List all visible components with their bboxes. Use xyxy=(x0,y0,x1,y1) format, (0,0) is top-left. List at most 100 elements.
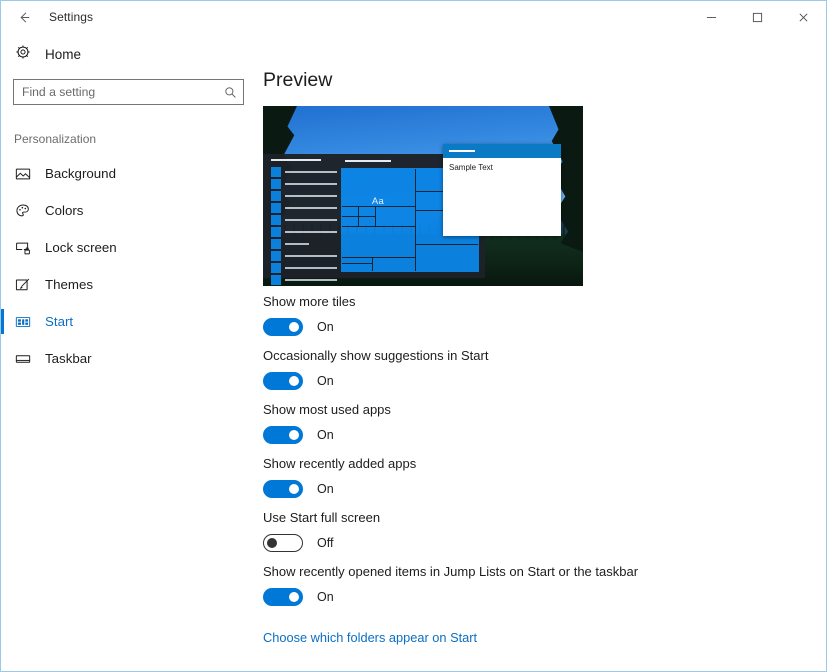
close-icon xyxy=(798,12,809,23)
toggle-knob xyxy=(267,538,277,548)
minimize-icon xyxy=(706,12,717,23)
palette-icon xyxy=(15,203,41,219)
sample-window-titlebar xyxy=(443,144,561,158)
paintbrush-icon xyxy=(15,277,41,293)
sidebar-item-lock-screen[interactable]: Lock screen xyxy=(1,229,258,266)
setting-show-suggestions: Occasionally show suggestions in Start O… xyxy=(263,348,683,392)
choose-folders-link[interactable]: Choose which folders appear on Start xyxy=(263,630,477,645)
maximize-button[interactable] xyxy=(734,1,780,33)
setting-show-jump-lists: Show recently opened items in Jump Lists… xyxy=(263,564,683,608)
list-item xyxy=(271,178,337,190)
toggle-state-label: On xyxy=(317,428,334,442)
minimize-button[interactable] xyxy=(688,1,734,33)
toggle-row: Off xyxy=(263,532,683,554)
sidebar-item-label: Lock screen xyxy=(45,240,117,255)
sidebar-item-home[interactable]: Home xyxy=(1,39,258,69)
app-label-bar xyxy=(285,243,309,245)
list-item xyxy=(271,226,337,238)
list-item xyxy=(271,274,337,286)
search-input[interactable] xyxy=(22,85,224,99)
list-item xyxy=(271,214,337,226)
tile-sample-letters: Aa xyxy=(372,196,384,207)
sidebar-home-label: Home xyxy=(45,47,81,62)
lock-screen-icon xyxy=(15,240,41,256)
app-icon xyxy=(271,167,281,177)
app-icon xyxy=(271,215,281,225)
toggle-knob xyxy=(289,592,299,602)
window-body: Home Personalization xyxy=(1,33,826,672)
sidebar-group-title: Personalization xyxy=(1,132,258,146)
taskbar-icon xyxy=(15,351,41,367)
app-icon xyxy=(271,239,281,249)
sample-window-mock: Sample Text xyxy=(443,144,561,236)
window-title: Settings xyxy=(49,10,93,24)
tile-divider xyxy=(372,257,373,271)
tile-divider xyxy=(342,226,415,227)
list-item xyxy=(271,262,337,274)
tile-divider xyxy=(342,257,415,258)
sidebar-item-themes[interactable]: Themes xyxy=(1,266,258,303)
search-box[interactable] xyxy=(13,79,244,105)
app-label-bar xyxy=(285,255,337,257)
toggle-knob xyxy=(289,322,299,332)
tile-divider xyxy=(342,263,372,264)
toggle-knob xyxy=(289,430,299,440)
sidebar-item-background[interactable]: Background xyxy=(1,155,258,192)
main-pane: Preview xyxy=(258,33,826,672)
app-label-bar xyxy=(285,231,337,233)
back-button[interactable] xyxy=(1,1,47,33)
page-title: Preview xyxy=(263,69,826,92)
sidebar-item-label: Taskbar xyxy=(45,351,92,366)
sidebar-item-label: Background xyxy=(45,166,116,181)
tile-divider xyxy=(415,244,478,245)
toggle-use-start-full-screen[interactable] xyxy=(263,534,303,552)
toggle-state-label: On xyxy=(317,482,334,496)
sidebar-item-label: Colors xyxy=(45,203,83,218)
setting-show-recently-added-apps: Show recently added apps On xyxy=(263,456,683,500)
start-app-list xyxy=(271,159,337,274)
toggle-state-label: On xyxy=(317,374,334,388)
app-label-bar xyxy=(285,279,337,281)
toggle-show-recently-added-apps[interactable] xyxy=(263,480,303,498)
search-icon xyxy=(224,86,237,99)
toggle-row: On xyxy=(263,478,683,500)
setting-show-most-used-apps: Show most used apps On xyxy=(263,402,683,446)
sidebar-item-label: Start xyxy=(45,314,73,329)
toggle-show-more-tiles[interactable] xyxy=(263,318,303,336)
toggle-row: On xyxy=(263,316,683,338)
toggle-show-jump-lists[interactable] xyxy=(263,588,303,606)
app-icon xyxy=(271,179,281,189)
settings-window: Settings xyxy=(0,0,827,672)
setting-label: Show most used apps xyxy=(263,402,683,417)
sidebar: Home Personalization xyxy=(1,33,258,672)
tile-group-header-bar xyxy=(345,160,391,162)
setting-label: Show recently added apps xyxy=(263,456,683,471)
toggle-state-label: Off xyxy=(317,536,333,550)
sidebar-item-colors[interactable]: Colors xyxy=(1,192,258,229)
start-preview: Aa Sample Text xyxy=(263,106,583,286)
setting-label: Show more tiles xyxy=(263,294,683,309)
list-item xyxy=(271,190,337,202)
toggle-state-label: On xyxy=(317,590,334,604)
sidebar-item-label: Themes xyxy=(45,277,93,292)
window-controls xyxy=(688,1,826,33)
close-button[interactable] xyxy=(780,1,826,33)
toggle-row: On xyxy=(263,586,683,608)
setting-label: Occasionally show suggestions in Start xyxy=(263,348,683,363)
app-label-bar xyxy=(285,267,337,269)
app-icon xyxy=(271,275,281,285)
app-label-bar xyxy=(285,183,337,185)
toggle-show-suggestions[interactable] xyxy=(263,372,303,390)
app-label-bar xyxy=(285,171,337,173)
toggle-row: On xyxy=(263,424,683,446)
start-tiles-icon xyxy=(15,314,41,330)
setting-use-start-full-screen: Use Start full screen Off xyxy=(263,510,683,554)
toggle-show-most-used-apps[interactable] xyxy=(263,426,303,444)
app-label-bar xyxy=(285,195,337,197)
sidebar-item-taskbar[interactable]: Taskbar xyxy=(1,340,258,377)
app-icon xyxy=(271,251,281,261)
sidebar-item-start[interactable]: Start xyxy=(1,303,258,340)
list-item xyxy=(271,250,337,262)
back-arrow-icon xyxy=(17,10,32,25)
sample-window-body: Sample Text xyxy=(443,158,561,177)
